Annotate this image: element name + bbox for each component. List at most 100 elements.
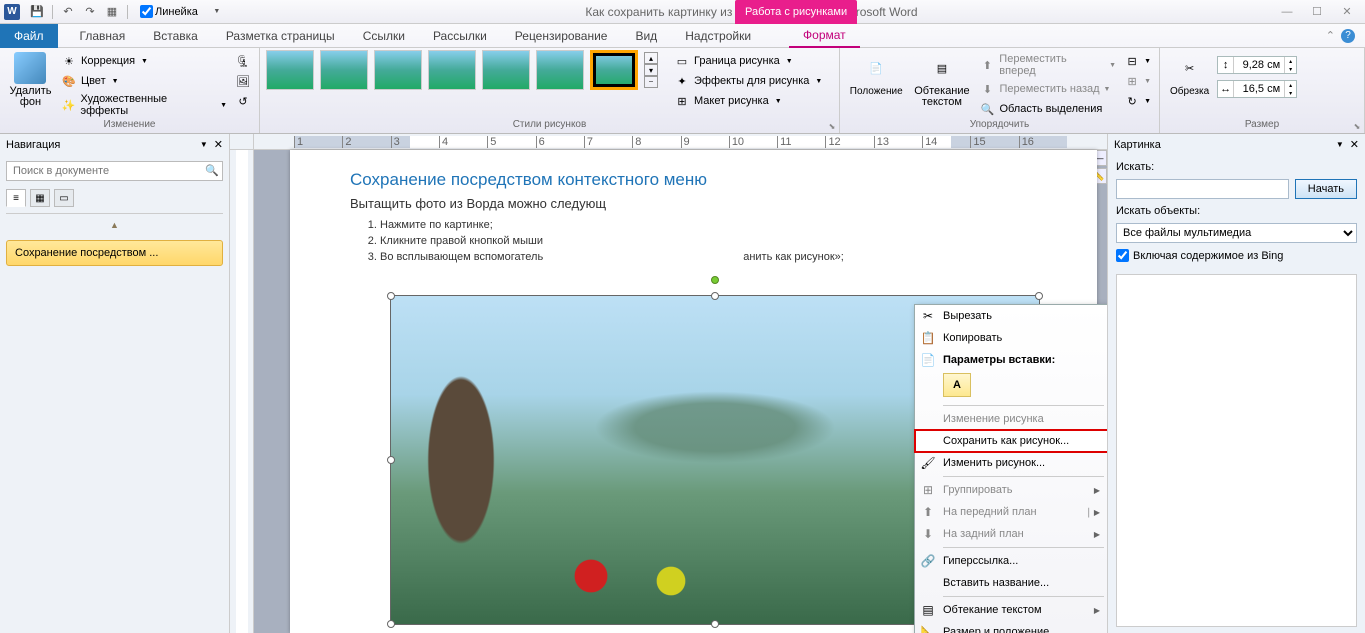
ruler-checkbox[interactable] bbox=[140, 5, 153, 18]
maximize-button[interactable]: ☐ bbox=[1303, 3, 1331, 21]
cm-size-position[interactable]: 📐Размер и положение... bbox=[915, 621, 1107, 633]
style-preset[interactable] bbox=[590, 50, 638, 90]
bring-forward-button[interactable]: ⬆Переместить вперед ▼ bbox=[977, 52, 1118, 78]
tab-format[interactable]: Формат bbox=[789, 24, 860, 48]
horizontal-ruler[interactable]: 12345678910111213141516 bbox=[254, 134, 1107, 150]
bing-checkbox[interactable] bbox=[1116, 249, 1129, 262]
picture-border-button[interactable]: ▭Граница рисунка ▼ bbox=[672, 52, 824, 70]
spin-up[interactable]: ▴ bbox=[1284, 57, 1296, 65]
height-input[interactable] bbox=[1234, 59, 1284, 71]
gallery-more[interactable]: ⎯ bbox=[644, 76, 658, 88]
spin-up[interactable]: ▴ bbox=[1284, 81, 1296, 89]
tab-addins[interactable]: Надстройки bbox=[671, 24, 765, 48]
cm-copy[interactable]: 📋Копировать bbox=[915, 327, 1107, 349]
nav-tab-headings[interactable]: ≡ bbox=[6, 189, 26, 207]
styles-dialog-launcher[interactable]: ⬊ bbox=[827, 121, 837, 131]
clipart-types-select[interactable]: Все файлы мультимедиа bbox=[1116, 223, 1357, 243]
nav-collapse-toggle[interactable]: ▲ bbox=[6, 220, 223, 230]
reset-picture-button[interactable]: ↺ bbox=[233, 92, 253, 110]
tab-mailings[interactable]: Рассылки bbox=[419, 24, 501, 48]
resize-handle-ml[interactable] bbox=[387, 456, 395, 464]
nav-tab-pages[interactable]: ▦ bbox=[30, 189, 50, 207]
word-app-icon[interactable]: W bbox=[4, 4, 20, 20]
spin-down[interactable]: ▾ bbox=[1284, 65, 1296, 73]
doc-heading: Сохранение посредством контекстного меню bbox=[350, 170, 1037, 190]
clipart-search-input[interactable] bbox=[1116, 179, 1289, 199]
tab-insert[interactable]: Вставка bbox=[139, 24, 212, 48]
group-button[interactable]: ⊞▼ bbox=[1122, 72, 1153, 90]
send-backward-button[interactable]: ⬇Переместить назад ▼ bbox=[977, 80, 1118, 98]
close-button[interactable]: ✕ bbox=[1333, 3, 1361, 21]
nav-close-icon[interactable]: ✕ bbox=[214, 138, 223, 151]
style-preset[interactable] bbox=[320, 50, 368, 90]
size-dialog-launcher[interactable]: ⬊ bbox=[1352, 121, 1362, 131]
color-button[interactable]: 🎨Цвет ▼ bbox=[59, 72, 229, 90]
nav-tab-results[interactable]: ▭ bbox=[54, 189, 74, 207]
qat-undo-icon[interactable]: ↶ bbox=[59, 3, 77, 21]
crop-button[interactable]: ✂ Обрезка bbox=[1166, 50, 1213, 99]
cm-hyperlink[interactable]: 🔗Гиперссылка... bbox=[915, 550, 1107, 572]
clipart-close-icon[interactable]: ✕ bbox=[1350, 138, 1359, 151]
align-button[interactable]: ⊟▼ bbox=[1122, 52, 1153, 70]
clipart-results bbox=[1116, 274, 1357, 627]
search-icon[interactable]: 🔍 bbox=[205, 164, 219, 177]
compress-button[interactable]: 🗜 bbox=[233, 52, 253, 70]
style-preset[interactable] bbox=[536, 50, 584, 90]
resize-handle-bm[interactable] bbox=[711, 620, 719, 628]
artistic-effects-button[interactable]: ✨Художественные эффекты ▼ bbox=[59, 92, 229, 118]
qat-redo-icon[interactable]: ↷ bbox=[81, 3, 99, 21]
search-label: Искать: bbox=[1116, 161, 1357, 173]
resize-handle-bl[interactable] bbox=[387, 620, 395, 628]
help-icon[interactable]: ? bbox=[1341, 29, 1355, 43]
qat-save-icon[interactable]: 💾 bbox=[28, 3, 46, 21]
spin-down[interactable]: ▾ bbox=[1284, 89, 1296, 97]
crop-icon: ✂ bbox=[1174, 52, 1206, 84]
vertical-ruler[interactable] bbox=[230, 150, 254, 633]
style-preset[interactable] bbox=[428, 50, 476, 90]
style-preset[interactable] bbox=[374, 50, 422, 90]
rotate-handle[interactable] bbox=[711, 276, 719, 284]
nav-search-input[interactable] bbox=[6, 161, 223, 181]
style-preset[interactable] bbox=[482, 50, 530, 90]
remove-background-button[interactable]: Удалитьфон bbox=[6, 50, 55, 110]
resize-handle-tl[interactable] bbox=[387, 292, 395, 300]
gallery-scroll-down[interactable]: ▾ bbox=[644, 64, 658, 76]
position-button[interactable]: 📄 Положение bbox=[846, 50, 906, 99]
corrections-button[interactable]: ☀Коррекция ▼ bbox=[59, 52, 229, 70]
clipart-go-button[interactable]: Начать bbox=[1295, 179, 1357, 199]
height-spinner[interactable]: ↕ ▴▾ bbox=[1217, 56, 1297, 74]
change-picture-button[interactable]: 🖼 bbox=[233, 72, 253, 90]
qat-table-icon[interactable]: ▦ bbox=[103, 3, 121, 21]
nav-heading-item[interactable]: Сохранение посредством ... bbox=[6, 240, 223, 266]
paste-option-keep-source[interactable]: A bbox=[943, 373, 971, 397]
ribbon-minimize-icon[interactable]: ⌃ bbox=[1326, 29, 1335, 42]
cm-wrap-text[interactable]: ▤Обтекание текстом▶ bbox=[915, 599, 1107, 621]
cm-edit-picture[interactable]: 🖌Изменить рисунок... bbox=[915, 452, 1107, 474]
qat-customize-icon[interactable]: ▼ bbox=[208, 3, 226, 21]
tab-layout[interactable]: Разметка страницы bbox=[212, 24, 349, 48]
clipart-dropdown-icon[interactable]: ▼ bbox=[1336, 140, 1344, 149]
ruler-corner[interactable] bbox=[230, 134, 254, 150]
selection-pane-button[interactable]: 🔍Область выделения bbox=[977, 100, 1118, 118]
resize-handle-tm[interactable] bbox=[711, 292, 719, 300]
cm-insert-caption[interactable]: Вставить название... bbox=[915, 572, 1107, 594]
style-preset[interactable] bbox=[266, 50, 314, 90]
resize-handle-tr[interactable] bbox=[1035, 292, 1043, 300]
picture-effects-button[interactable]: ✦Эффекты для рисунка ▼ bbox=[672, 72, 824, 90]
rotate-icon: ↻ bbox=[1124, 93, 1140, 109]
minimize-button[interactable]: — bbox=[1273, 3, 1301, 21]
tab-review[interactable]: Рецензирование bbox=[501, 24, 622, 48]
tab-home[interactable]: Главная bbox=[66, 24, 140, 48]
tab-references[interactable]: Ссылки bbox=[349, 24, 419, 48]
width-input[interactable] bbox=[1234, 83, 1284, 95]
nav-dropdown-icon[interactable]: ▼ bbox=[200, 140, 208, 149]
tab-view[interactable]: Вид bbox=[621, 24, 671, 48]
cm-cut[interactable]: ✂Вырезать bbox=[915, 305, 1107, 327]
gallery-scroll-up[interactable]: ▴ bbox=[644, 52, 658, 64]
wrap-text-button[interactable]: ▤ Обтеканиетекстом bbox=[910, 50, 973, 110]
rotate-button[interactable]: ↻▼ bbox=[1122, 92, 1153, 110]
cm-save-as-picture[interactable]: Сохранить как рисунок... bbox=[915, 430, 1107, 452]
width-spinner[interactable]: ↔ ▴▾ bbox=[1217, 80, 1297, 98]
file-tab[interactable]: Файл bbox=[0, 24, 58, 48]
picture-layout-button[interactable]: ⊞Макет рисунка ▼ bbox=[672, 92, 824, 110]
